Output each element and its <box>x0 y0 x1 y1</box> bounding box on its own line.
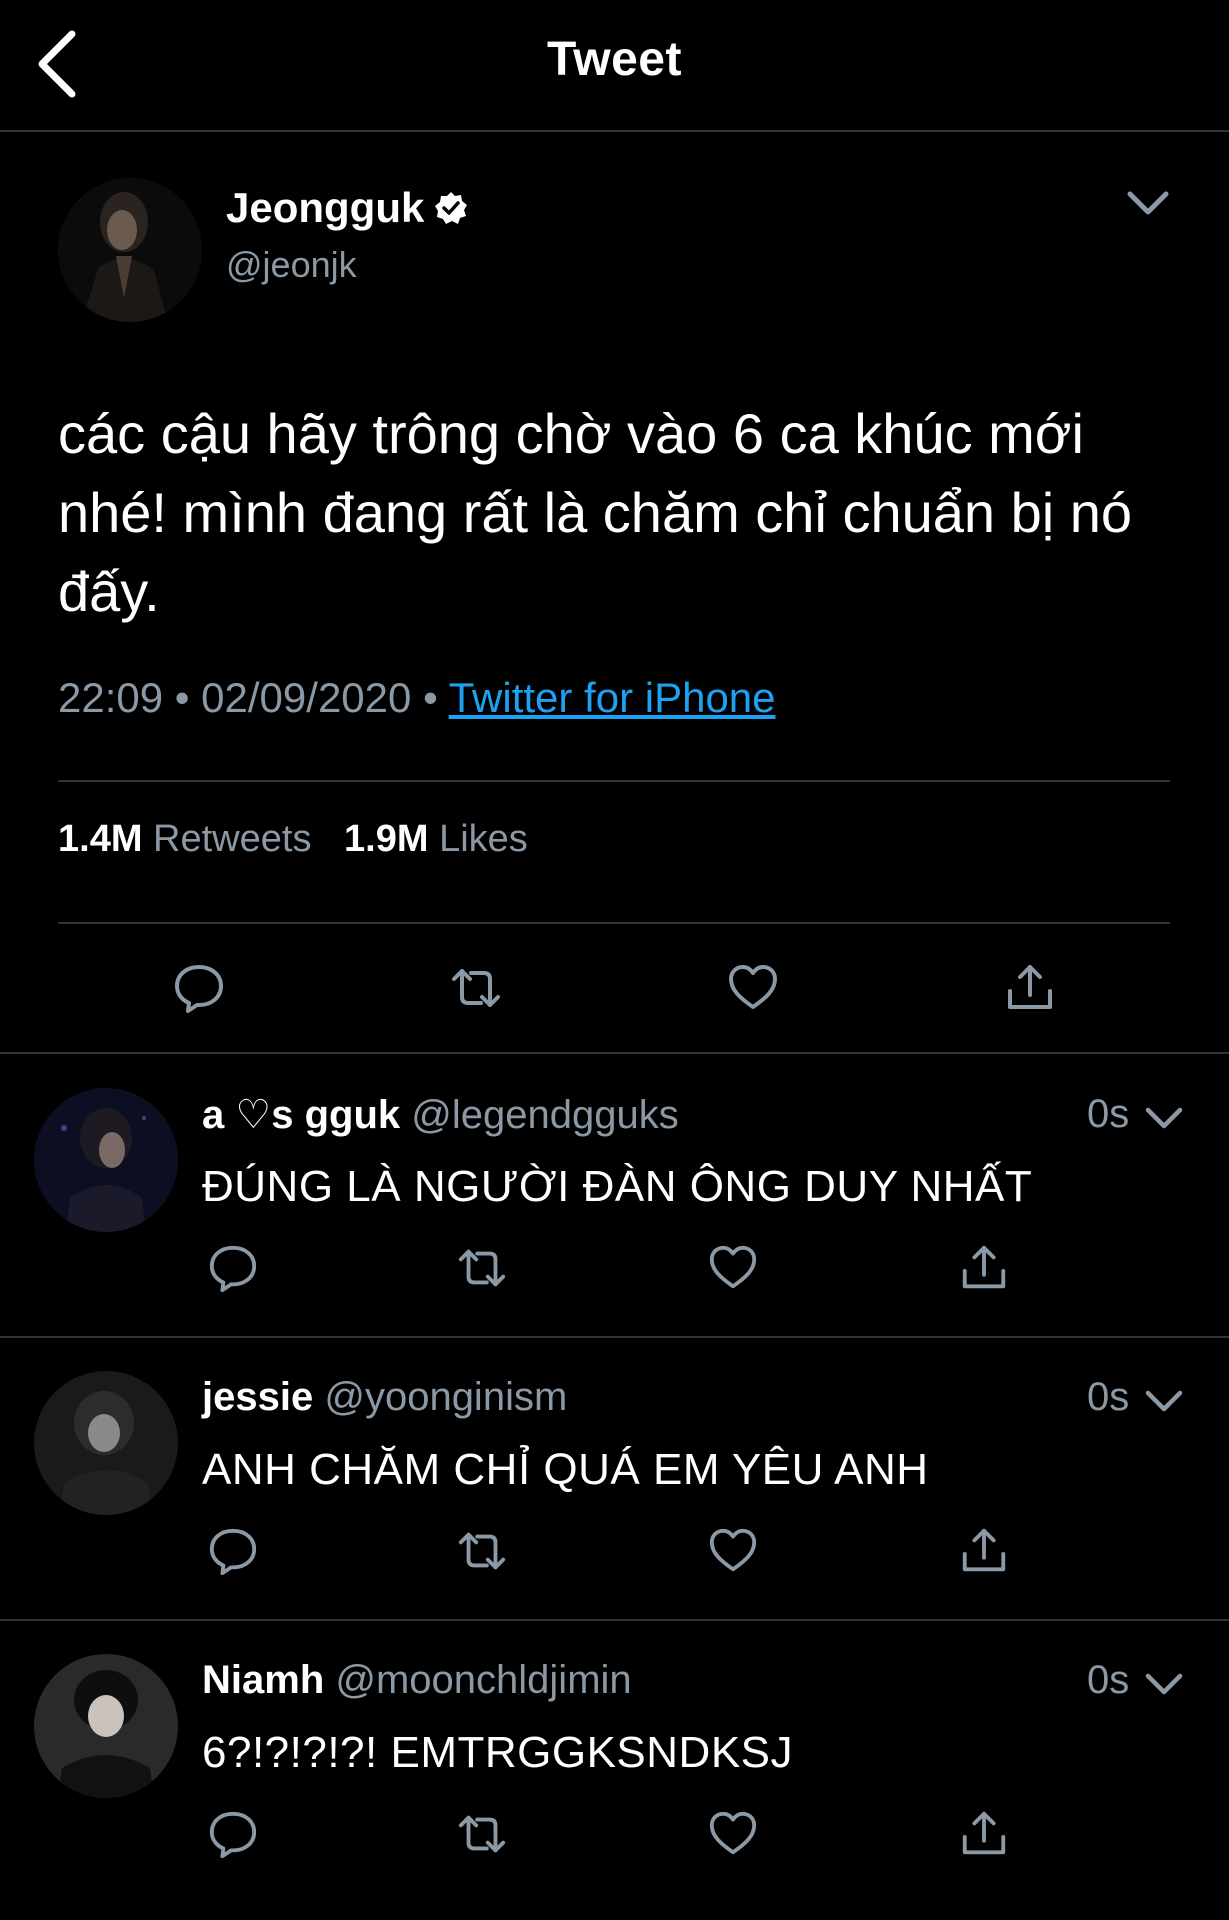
likes-label: Likes <box>439 818 528 860</box>
meta-separator: • <box>423 674 438 721</box>
main-tweet: Jeongguk @jeonjk các cậu hãy trông chờ v… <box>0 132 1229 1054</box>
share-icon[interactable] <box>958 1525 1010 1577</box>
chevron-down-icon[interactable] <box>1142 1379 1186 1423</box>
like-icon[interactable] <box>707 1242 759 1294</box>
avatar[interactable] <box>34 1371 178 1515</box>
handle[interactable]: @legendgguks <box>411 1093 678 1137</box>
divider <box>58 780 1170 782</box>
avatar[interactable] <box>58 178 202 322</box>
chevron-down-icon[interactable] <box>1122 178 1174 230</box>
reply-item[interactable]: a ♡s gguk @legendgguks 0s ĐÚNG LÀ NGƯỜI … <box>0 1054 1229 1338</box>
tweet-text: các cậu hãy trông chờ vào 6 ca khúc mới … <box>58 402 1133 623</box>
tweet-time: 22:09 <box>58 674 164 721</box>
reply-header: a ♡s gguk @legendgguks <box>202 1092 679 1138</box>
page-title: Tweet <box>547 33 682 86</box>
reply-header: Niamh @moonchldjimin <box>202 1658 632 1703</box>
display-name[interactable]: jessie <box>202 1375 313 1419</box>
like-icon[interactable] <box>726 961 780 1015</box>
display-name-text: Jeongguk <box>226 184 425 231</box>
reply-icon[interactable] <box>172 961 226 1015</box>
handle[interactable]: @moonchldjimin <box>335 1658 631 1702</box>
display-name[interactable]: Niamh <box>202 1658 324 1702</box>
avatar-image <box>34 1371 178 1515</box>
display-name[interactable]: Jeongguk <box>226 184 468 232</box>
avatar-image <box>34 1654 178 1798</box>
reply-icon[interactable] <box>207 1242 259 1294</box>
avatar-image <box>58 178 202 322</box>
tweet-stats: 1.4M Retweets 1.9M Likes <box>58 818 550 861</box>
retweets-stat[interactable]: 1.4M Retweets <box>58 818 311 860</box>
share-icon[interactable] <box>1003 961 1057 1015</box>
verified-badge-icon <box>435 192 468 224</box>
top-bar: Tweet <box>0 0 1229 132</box>
reply-time: 0s <box>1087 1375 1130 1419</box>
avatar[interactable] <box>34 1088 178 1232</box>
tweet-meta: 22:09 • 02/09/2020 • Twitter for iPhone <box>58 674 776 722</box>
display-name[interactable]: a ♡s gguk <box>202 1093 400 1137</box>
retweet-icon[interactable] <box>449 961 503 1015</box>
reply-text: 6?!?!?!?! EMTRGGKSNDKSJ <box>202 1728 794 1777</box>
meta-separator: • <box>174 674 190 721</box>
divider <box>58 922 1170 924</box>
handle[interactable]: @yoonginism <box>324 1375 567 1419</box>
retweet-icon[interactable] <box>456 1242 508 1294</box>
reply-text: ĐÚNG LÀ NGƯỜI ĐÀN ÔNG DUY NHẤT <box>202 1162 1033 1211</box>
retweets-count: 1.4M <box>58 818 143 860</box>
avatar[interactable] <box>34 1654 178 1798</box>
chevron-down-icon[interactable] <box>1142 1662 1186 1706</box>
reply-icon[interactable] <box>207 1808 259 1860</box>
reply-item[interactable]: jessie @yoonginism 0s ANH CHĂM CHỈ QUÁ E… <box>0 1337 1229 1621</box>
likes-stat[interactable]: 1.9M Likes <box>344 818 528 860</box>
like-icon[interactable] <box>707 1808 759 1860</box>
source-link[interactable]: Twitter for iPhone <box>449 674 776 721</box>
share-icon[interactable] <box>958 1808 1010 1860</box>
reply-item[interactable]: Niamh @moonchldjimin 0s 6?!?!?!?! EMTRGG… <box>0 1620 1229 1902</box>
retweet-icon[interactable] <box>456 1525 508 1577</box>
tweet-date: 02/09/2020 <box>201 674 412 721</box>
retweet-icon[interactable] <box>456 1808 508 1860</box>
reply-icon[interactable] <box>207 1525 259 1577</box>
avatar-image <box>34 1088 178 1232</box>
reply-time: 0s <box>1087 1092 1130 1136</box>
reply-time: 0s <box>1087 1658 1130 1702</box>
likes-count: 1.9M <box>344 818 429 860</box>
reply-text: ANH CHĂM CHỈ QUÁ EM YÊU ANH <box>202 1445 929 1494</box>
like-icon[interactable] <box>707 1525 759 1577</box>
retweets-label: Retweets <box>153 818 312 860</box>
chevron-down-icon[interactable] <box>1142 1096 1186 1140</box>
handle[interactable]: @jeonjk <box>226 244 357 286</box>
share-icon[interactable] <box>958 1242 1010 1294</box>
reply-header: jessie @yoonginism <box>202 1375 567 1420</box>
